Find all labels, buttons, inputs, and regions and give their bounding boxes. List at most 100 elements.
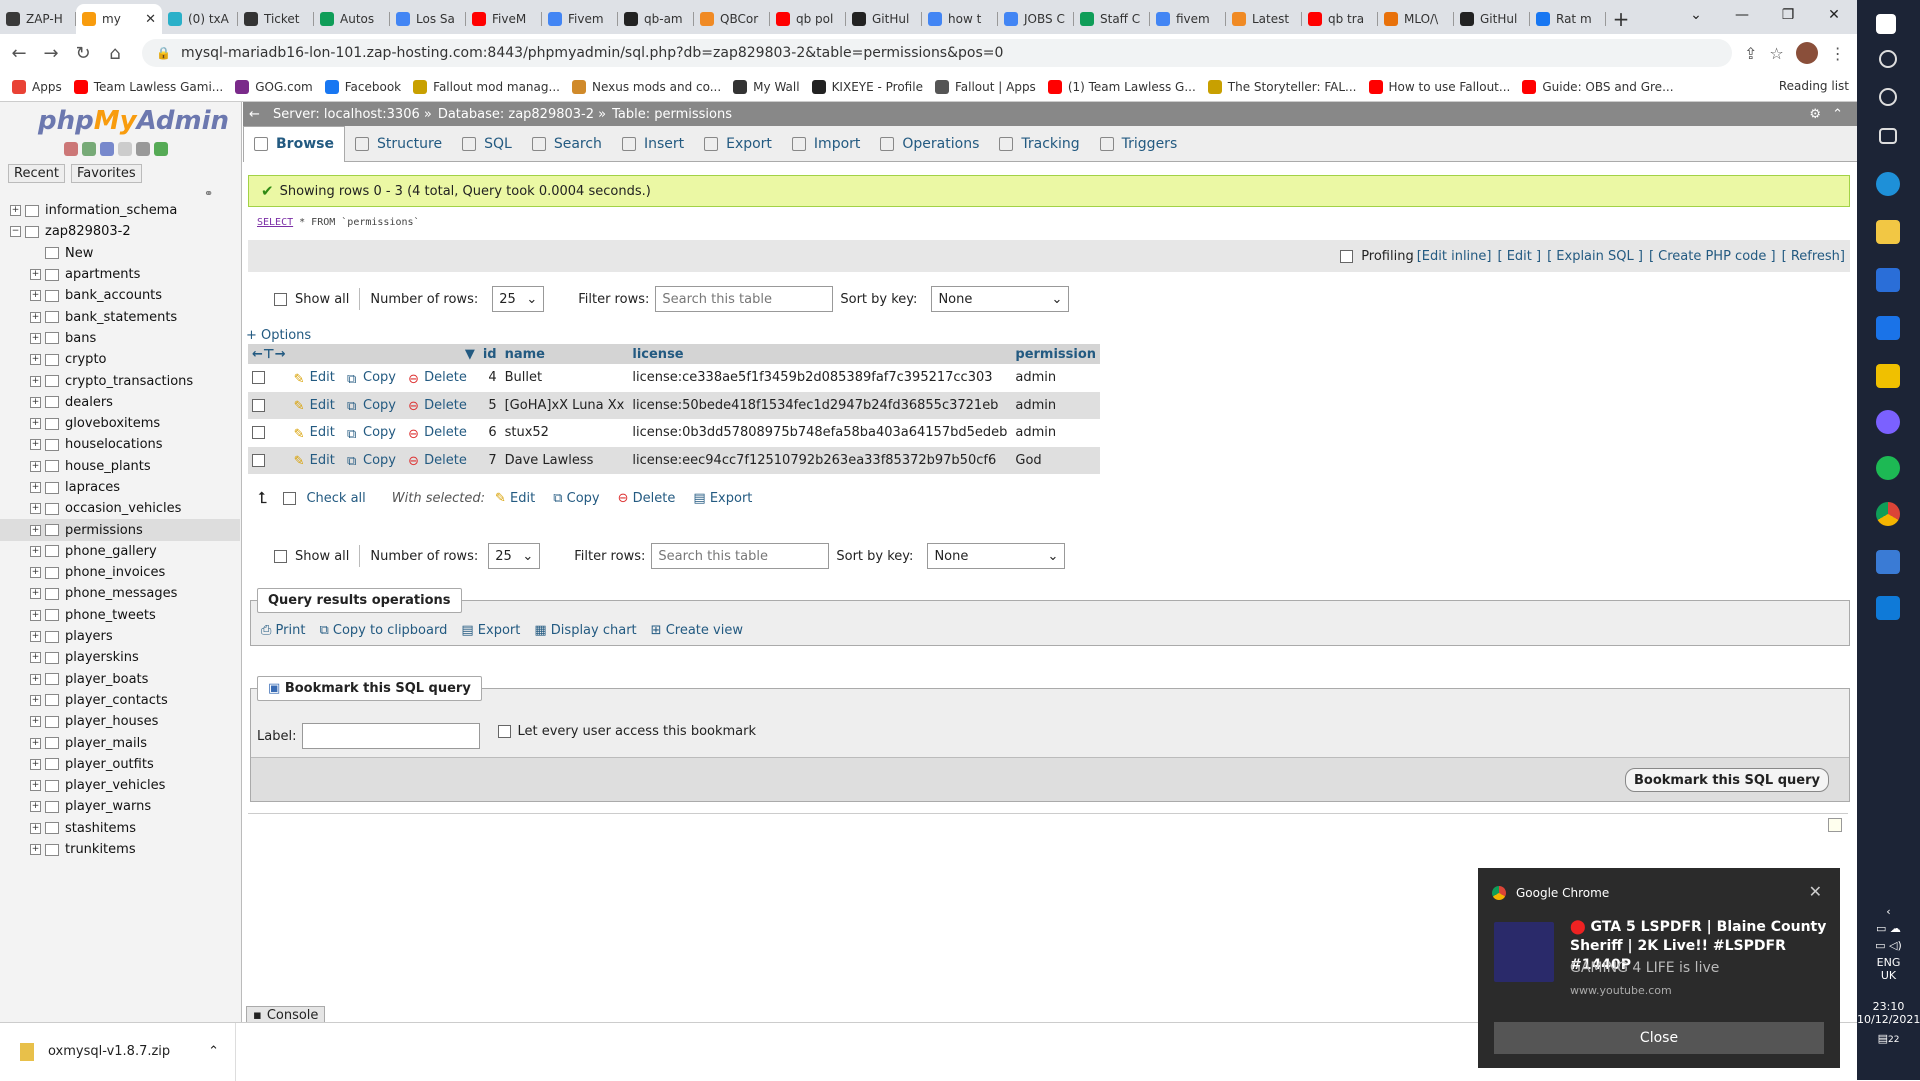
tree-item[interactable]: + phone_gallery [0,541,240,562]
sort-by-key-select[interactable]: None ⌄ [927,543,1066,569]
expand-icon[interactable]: + [30,332,41,344]
expand-icon[interactable]: + [30,631,41,643]
bookmark-item[interactable]: Team Lawless Gami... [73,79,223,94]
cell-id[interactable]: 6 [478,419,501,447]
export-button[interactable]: ▤ Export [461,623,520,638]
tree-item[interactable]: + player_houses [0,711,240,732]
bookmark-label-input[interactable] [302,723,481,749]
expand-icon[interactable]: + [30,694,41,706]
reload-icon[interactable]: ↻ [70,43,96,64]
search-icon[interactable] [1879,50,1897,68]
show-all-checkbox[interactable] [274,292,287,306]
close-window-icon[interactable]: ✕ [1811,0,1857,30]
docs-icon[interactable] [118,142,132,156]
expand-icon[interactable]: + [30,311,41,323]
row-checkbox[interactable] [252,426,265,440]
edit-inline-link[interactable]: [Edit inline] [1417,249,1492,264]
expand-icon[interactable]: + [30,801,41,813]
column-header-permission[interactable]: permission [1011,344,1101,364]
row-delete-button[interactable]: ⊖ Delete [408,425,467,442]
explain-sql-link[interactable]: [ Explain SQL ] [1547,249,1643,264]
cell-id[interactable]: 5 [478,391,501,419]
task-view-icon[interactable] [1879,128,1897,144]
tab-browse[interactable]: Browse [243,125,345,162]
notification-center-icon[interactable]: ▤22 [1857,1032,1920,1045]
bookmark-item[interactable]: Facebook [324,79,401,94]
tree-item[interactable]: + phone_messages [0,583,240,604]
profile-avatar[interactable] [1795,42,1818,64]
reload-icon[interactable] [154,142,168,156]
print-button[interactable]: ⎙ Print [261,623,305,638]
tab-search-icon[interactable]: ⌄ [1673,0,1719,30]
tree-item[interactable]: + permissions [0,519,240,541]
tree-item[interactable]: + crypto [0,349,240,370]
tree-item[interactable]: + player_warns [0,796,240,817]
bookmark-item[interactable]: KIXEYE - Profile [811,79,923,94]
cell-permission[interactable]: admin [1011,364,1101,392]
browser-tab[interactable]: Rat m [1530,4,1606,34]
bookmark-item[interactable]: (1) Team Lawless G... [1047,79,1196,94]
chrome-icon[interactable] [1876,502,1900,526]
volume-icon[interactable]: ▭ ◁) [1857,939,1920,952]
check-all-checkbox[interactable] [283,491,297,505]
tree-item[interactable]: + phone_tweets [0,605,240,626]
collapse-icon[interactable]: ← [249,107,260,122]
tree-item[interactable]: + stashitems [0,818,240,839]
browser-tab[interactable]: fivem [1150,4,1226,34]
notification-close-button[interactable]: Close [1494,1022,1824,1054]
tree-item[interactable]: + apartments [0,264,240,285]
expand-icon[interactable]: + [30,396,41,408]
expand-icon[interactable]: + [30,588,41,600]
row-copy-button[interactable]: ⧉ Copy [347,425,396,442]
expand-icon[interactable]: + [30,545,41,557]
browser-tab[interactable]: (0) txA [162,4,238,34]
restore-icon[interactable]: ❐ [1765,0,1811,30]
browser-tab[interactable]: MLO/\ [1378,4,1454,34]
cell-permission[interactable]: admin [1011,391,1101,419]
profiling-checkbox[interactable] [1340,249,1354,263]
tab-export[interactable]: Export [694,126,782,162]
bookmark-item[interactable]: Fallout mod manag... [413,79,560,94]
check-all-label[interactable]: Check all [306,491,365,506]
sticky-notes-icon[interactable] [1876,364,1900,388]
edit-link[interactable]: [ Edit ] [1497,249,1541,264]
filter-rows-input[interactable]: Search this table [651,543,830,569]
star-icon[interactable]: ☆ [1769,44,1783,63]
link-icon[interactable]: ⚭ [204,187,213,200]
tab-sql[interactable]: SQL [452,126,522,162]
tree-item[interactable]: + houselocations [0,434,240,455]
bookmark-item[interactable]: The Storyteller: FAL... [1207,79,1357,94]
create-view-button[interactable]: ⊞ Create view [651,623,743,638]
browser-tab[interactable]: Ticket [238,4,314,34]
number-of-rows-select[interactable]: 25 ⌄ [492,286,545,312]
bulk-export-button[interactable]: ▤ Export [693,491,752,506]
browser-tab[interactable]: QBCor [694,4,770,34]
cell-license[interactable]: license:0b3dd57808975b748efa58ba403a6415… [628,419,1012,447]
column-header-id[interactable]: id [478,344,501,364]
recent-tab[interactable]: Recent [8,164,65,183]
language-indicator[interactable]: ENG UK [1857,956,1920,982]
bookmark-public-checkbox[interactable] [498,724,512,738]
browser-tab[interactable]: my ✕ [76,4,162,34]
cell-name[interactable]: stux52 [500,419,629,447]
windows-start-icon[interactable] [1876,14,1896,34]
tree-item[interactable]: + playerskins [0,647,240,668]
row-edit-button[interactable]: ✎ Edit [294,398,335,415]
bookmark-item[interactable]: Fallout | Apps [934,79,1036,94]
tree-item[interactable]: + player_mails [0,732,240,753]
tree-item[interactable]: + players [0,626,240,647]
expand-icon[interactable]: + [30,758,41,770]
spotify-icon[interactable] [1876,456,1900,480]
expand-icon[interactable]: + [30,567,41,579]
show-all-checkbox[interactable] [274,549,287,563]
bookmark-item[interactable]: How to use Fallout... [1368,79,1510,94]
column-arrows[interactable]: ←⊤→ [248,344,290,364]
row-copy-button[interactable]: ⧉ Copy [347,453,396,470]
breadcrumb-server[interactable]: Server: localhost:3306 » [273,107,432,122]
tab-triggers[interactable]: Triggers [1090,126,1188,162]
edge-icon[interactable] [1876,172,1900,196]
bookmark-item[interactable]: Guide: OBS and Gre... [1522,79,1674,94]
cell-name[interactable]: Dave Lawless [500,446,629,474]
row-checkbox[interactable] [252,453,265,467]
expand-icon[interactable]: + [30,844,41,856]
